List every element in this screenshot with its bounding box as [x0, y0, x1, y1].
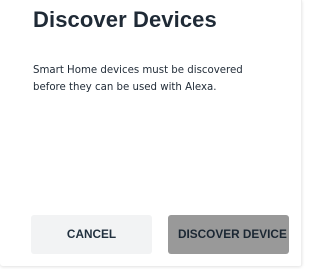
- discover-devices-dialog: Discover Devices Smart Home devices must…: [0, 0, 302, 266]
- dialog-edge: [301, 0, 302, 266]
- dialog-message: Smart Home devices must be discovered be…: [33, 65, 243, 93]
- dialog-title: Discover Devices: [33, 7, 217, 32]
- cancel-button[interactable]: CANCEL: [31, 215, 152, 254]
- discover-device-button[interactable]: DISCOVER DEVICE: [168, 215, 289, 254]
